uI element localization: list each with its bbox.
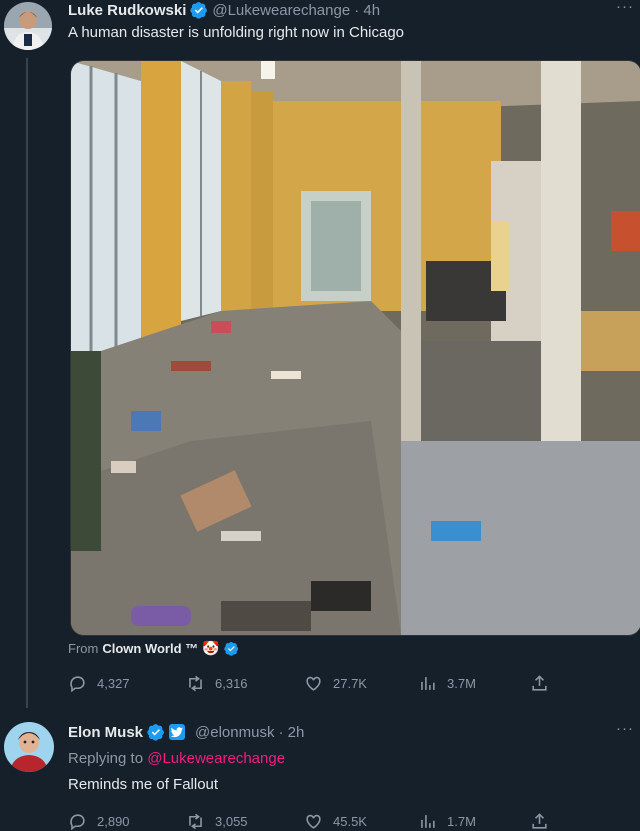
share-button[interactable] [530, 812, 549, 831]
tweet-media-video[interactable] [70, 60, 640, 636]
avatar[interactable] [4, 722, 54, 772]
reply-icon [70, 676, 85, 693]
reply-count: 2,890 [97, 814, 130, 829]
author-handle[interactable]: @Lukewearechange [212, 2, 350, 19]
share-icon [532, 675, 547, 691]
more-icon[interactable]: ··· [616, 720, 634, 737]
more-icon[interactable]: ··· [616, 0, 634, 15]
tweet-text: A human disaster is unfolding right now … [68, 24, 405, 41]
avatar[interactable] [4, 2, 52, 50]
reply-button[interactable]: 2,890 [68, 812, 130, 831]
media-attribution: From Clown World ™ 🤡 [68, 640, 239, 657]
views-button[interactable]: 1.7M [418, 812, 476, 831]
views-count: 3.7M [447, 676, 476, 691]
like-icon [306, 814, 321, 829]
reply-icon [70, 814, 85, 831]
like-icon [306, 676, 321, 691]
retweet-button[interactable]: 6,316 [186, 674, 248, 693]
author-name[interactable]: Elon Musk [68, 724, 143, 741]
share-icon [532, 813, 547, 829]
like-button[interactable]: 27.7K [304, 674, 367, 693]
views-icon [421, 815, 435, 828]
share-button[interactable] [530, 674, 549, 693]
twitter-bird-badge-icon [169, 724, 186, 740]
retweet-button[interactable]: 3,055 [186, 812, 248, 831]
verified-badge-icon [147, 724, 164, 741]
clown-emoji-icon: 🤡 [202, 640, 220, 656]
thread-connector [26, 58, 28, 708]
verified-badge-icon [223, 641, 238, 656]
from-label: From [68, 641, 99, 656]
retweet-icon [189, 675, 202, 692]
retweet-count: 6,316 [215, 676, 248, 691]
like-button[interactable]: 45.5K [304, 812, 367, 831]
replying-handle-link[interactable]: @Lukewearechange [147, 750, 285, 767]
author-handle[interactable]: @elonmusk [195, 724, 274, 741]
retweet-icon [189, 813, 202, 830]
like-count: 45.5K [333, 814, 367, 829]
replying-label: Replying to [68, 750, 144, 767]
from-account-name[interactable]: Clown World ™ [102, 641, 198, 656]
retweet-count: 3,055 [215, 814, 248, 829]
reply-count: 4,327 [97, 676, 130, 691]
verified-badge-icon [190, 2, 208, 19]
views-count: 1.7M [447, 814, 476, 829]
tweet-text: Reminds me of Fallout [68, 776, 219, 793]
author-name[interactable]: Luke Rudkowski [68, 2, 186, 19]
views-button[interactable]: 3.7M [418, 674, 476, 693]
views-icon [421, 677, 435, 690]
tweet-time[interactable]: · 4h [354, 2, 380, 19]
reply-button[interactable]: 4,327 [68, 674, 130, 693]
replying-to-line: Replying to @Lukewearechange [68, 750, 285, 767]
like-count: 27.7K [333, 676, 367, 691]
tweet-time[interactable]: · 2h [278, 724, 304, 741]
